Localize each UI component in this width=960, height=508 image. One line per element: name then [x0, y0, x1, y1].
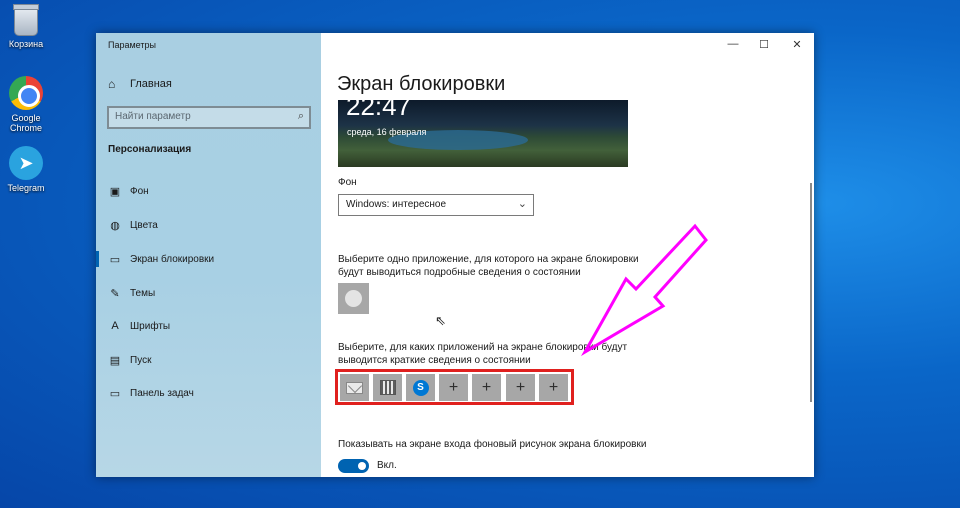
sidebar-item-label: Шрифты	[130, 320, 171, 332]
quick-apps-label-line1: Выберите, для каких приложений на экране…	[338, 342, 628, 353]
search-placeholder: Найти параметр	[115, 111, 191, 122]
quick-apps-label-line2: выводится краткие сведения о состоянии	[338, 355, 531, 366]
home-icon: ⌂	[108, 77, 116, 91]
search-icon: ⌕	[297, 110, 304, 122]
sidebar-item-themes[interactable]: ✎ Темы	[96, 280, 321, 306]
recycle-bin-icon	[13, 4, 39, 36]
quick-app-add-button[interactable]: +	[439, 374, 468, 401]
sidebar-item-label: Главная	[130, 78, 172, 90]
sidebar-item-label: Цвета	[130, 219, 158, 231]
sidebar-item-label: Экран блокировки	[130, 253, 215, 265]
maximize-button[interactable]: ☐	[749, 38, 779, 51]
weather-app-icon	[345, 290, 362, 307]
dropdown-value: Windows: интересное	[346, 199, 447, 210]
image-icon: ▣	[109, 185, 121, 198]
sidebar-item-start[interactable]: ▤ Пуск	[96, 347, 321, 373]
toggle-state-label: Вкл.	[377, 460, 397, 471]
quick-status-apps-highlight: S + + + +	[335, 369, 574, 405]
search-input[interactable]: Найти параметр ⌕	[107, 106, 311, 129]
background-label: Фон	[338, 177, 357, 188]
quick-app-add-button[interactable]: +	[472, 374, 501, 401]
lock-screen-preview: 22:47 среда, 16 февраля	[338, 100, 628, 167]
desktop-icon-label: Корзина	[8, 39, 44, 49]
main-content: — ☐ ✕ Экран блокировки 22:47 среда, 16 ф…	[321, 33, 814, 477]
sidebar-item-label: Темы	[130, 287, 156, 299]
sidebar-item-home[interactable]: ⌂ Главная	[108, 77, 172, 91]
page-title: Экран блокировки	[337, 73, 506, 95]
telegram-desktop-icon[interactable]: ➤ Telegram	[0, 146, 52, 193]
sidebar: Параметры ⌂ Главная Найти параметр ⌕ Пер…	[96, 33, 321, 477]
signin-background-label: Показывать на экране входа фоновый рисун…	[338, 439, 647, 450]
quick-app-calendar-button[interactable]	[373, 374, 402, 401]
sidebar-item-background[interactable]: ▣ Фон	[96, 178, 321, 204]
section-heading: Персонализация	[108, 144, 192, 155]
quick-app-skype-button[interactable]: S	[406, 374, 435, 401]
quick-app-add-button[interactable]: +	[539, 374, 568, 401]
font-icon: A	[111, 320, 119, 332]
preview-time: 22:47	[346, 100, 412, 121]
minimize-button[interactable]: —	[718, 38, 748, 50]
skype-icon: S	[412, 379, 429, 396]
desktop-icon-label: Telegram	[7, 183, 45, 193]
close-button[interactable]: ✕	[782, 38, 812, 51]
detailed-status-app-button[interactable]	[338, 283, 369, 314]
settings-window: Параметры ⌂ Главная Найти параметр ⌕ Пер…	[96, 33, 814, 477]
chrome-icon	[9, 76, 43, 110]
sidebar-item-label: Пуск	[130, 354, 152, 366]
signin-background-toggle[interactable]	[338, 459, 369, 473]
calendar-icon	[379, 380, 396, 395]
mouse-cursor-icon: ⇖	[435, 313, 446, 328]
sidebar-item-label: Панель задач	[130, 387, 194, 399]
scrollbar[interactable]	[810, 183, 812, 402]
themes-icon: ✎	[110, 287, 120, 300]
sidebar-item-fonts[interactable]: A Шрифты	[96, 313, 321, 339]
window-title: Параметры	[108, 40, 156, 50]
lock-screen-icon: ▭	[109, 253, 121, 266]
telegram-icon: ➤	[9, 146, 43, 180]
detailed-app-label-line1: Выберите одно приложение, для которого н…	[338, 254, 639, 265]
mail-icon	[346, 381, 363, 394]
start-icon: ▤	[109, 354, 121, 367]
sidebar-item-lock-screen[interactable]: ▭ Экран блокировки	[96, 246, 321, 272]
palette-icon: ◍	[110, 219, 120, 232]
quick-app-mail-button[interactable]	[340, 374, 369, 401]
detailed-app-label-line2: будут выводиться подробные сведения о со…	[338, 267, 581, 278]
background-dropdown[interactable]: Windows: интересное ⌄	[338, 194, 534, 216]
sidebar-item-label: Фон	[130, 185, 149, 197]
sidebar-item-colors[interactable]: ◍ Цвета	[96, 212, 321, 238]
quick-app-add-button[interactable]: +	[506, 374, 535, 401]
taskbar-icon: ▭	[109, 387, 121, 400]
desktop-icon-label: Google Chrome	[9, 113, 42, 133]
preview-date: среда, 16 февраля	[347, 127, 427, 137]
sidebar-item-taskbar[interactable]: ▭ Панель задач	[96, 380, 321, 406]
chevron-down-icon: ⌄	[517, 198, 527, 210]
recycle-bin-desktop-icon[interactable]: Корзина	[0, 4, 52, 49]
chrome-desktop-icon[interactable]: Google Chrome	[0, 76, 52, 133]
